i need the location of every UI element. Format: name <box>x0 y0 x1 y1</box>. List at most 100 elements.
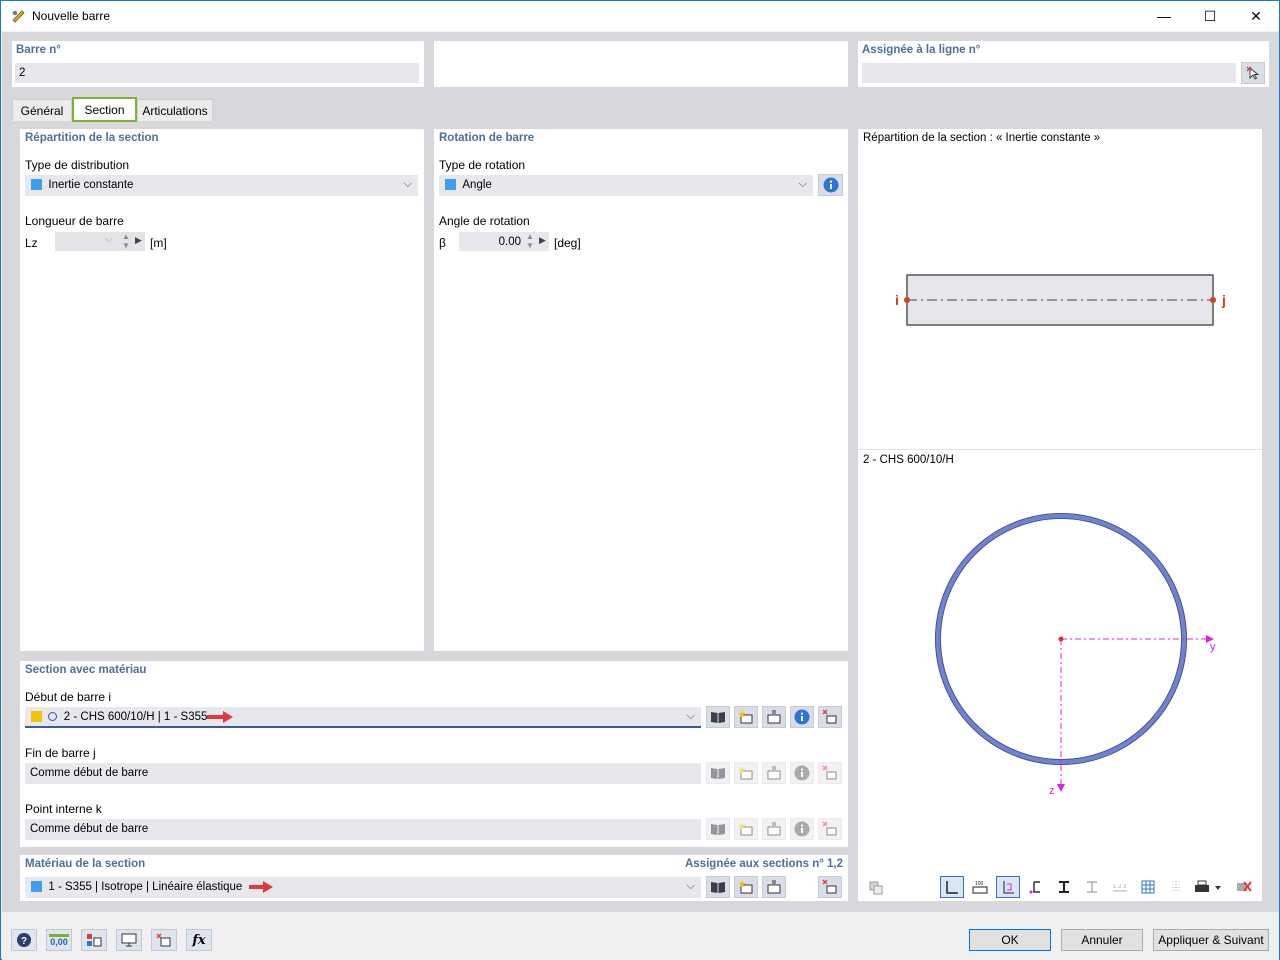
show-section-button[interactable] <box>1052 876 1076 898</box>
pick-material-button[interactable] <box>818 876 842 898</box>
info-icon <box>794 709 810 725</box>
pick-section-button[interactable] <box>818 762 842 784</box>
show-dotted-grid-button[interactable] <box>1164 876 1188 898</box>
edit-section-button[interactable] <box>762 706 786 728</box>
library-button[interactable] <box>706 762 730 784</box>
start-section-select[interactable]: 2 - CHS 600/10/H | 1 - S355 ⌵ <box>25 707 701 728</box>
z-axis-arrowhead <box>1057 784 1065 792</box>
new-star-icon <box>738 710 753 724</box>
distribution-type-select[interactable]: Inertie constante ⌵ <box>25 175 418 196</box>
end-section-select[interactable]: Comme début de barre <box>25 763 701 784</box>
i-beam-icon <box>1059 881 1069 893</box>
formula-button[interactable]: fx <box>186 929 212 951</box>
dotted-grid-icon <box>1172 881 1180 893</box>
new-star-icon <box>738 822 753 836</box>
empty-panel <box>434 41 848 87</box>
tab-general[interactable]: Général <box>12 99 72 121</box>
edit-section-button[interactable] <box>762 762 786 784</box>
book-icon <box>711 768 725 779</box>
printer-icon <box>1195 880 1221 892</box>
apply-next-button[interactable]: Appliquer & Suivant <box>1153 929 1269 951</box>
rotation-info-button[interactable] <box>818 174 843 196</box>
show-stress-points-button[interactable] <box>1024 876 1048 898</box>
new-material-button[interactable] <box>734 876 758 898</box>
edit-material-button[interactable] <box>762 876 786 898</box>
rotation-header: Rotation de barre <box>439 132 535 144</box>
preview-rotate-button[interactable] <box>864 876 888 898</box>
show-axes-button[interactable] <box>996 876 1020 898</box>
library-button[interactable] <box>706 818 730 840</box>
internal-section-select[interactable]: Comme début de barre <box>25 819 701 840</box>
select-button[interactable] <box>151 929 177 951</box>
edit-section-button[interactable] <box>762 818 786 840</box>
caret-right-icon[interactable]: ▶ <box>135 235 142 246</box>
svg-text:100: 100 <box>975 881 984 887</box>
minimize-icon: — <box>1157 8 1171 24</box>
book-icon <box>711 882 725 893</box>
section-preview <box>935 513 1214 792</box>
rotation-angle-label: Angle de rotation <box>439 214 530 228</box>
start-label: Début de barre i <box>25 690 112 704</box>
distribution-header: Répartition de la section <box>25 132 159 144</box>
material-header: Matériau de la section <box>25 858 146 870</box>
view-button[interactable] <box>116 929 142 951</box>
reset-icon <box>1237 881 1252 892</box>
show-values-button[interactable]: 100 <box>968 876 992 898</box>
new-section-button[interactable] <box>734 818 758 840</box>
material-library-button[interactable] <box>706 876 730 898</box>
show-grid-button[interactable] <box>1136 876 1160 898</box>
member-number-input[interactable]: 2 <box>15 63 419 83</box>
new-section-button[interactable] <box>734 706 758 728</box>
pick-cursor-icon <box>156 933 171 947</box>
pick-section-button[interactable] <box>818 818 842 840</box>
print-button[interactable] <box>1190 876 1226 898</box>
maximize-button[interactable]: ☐ <box>1187 1 1233 31</box>
spinner-icon[interactable]: ▲ ▼ <box>122 232 130 250</box>
help-button[interactable]: ? <box>11 929 37 951</box>
beta-input[interactable]: 0.00 ▲ ▼ ▶ <box>459 232 549 251</box>
rotation-color-swatch <box>445 179 456 191</box>
section-info-button[interactable] <box>790 706 814 728</box>
reset-view-button[interactable] <box>1232 876 1256 898</box>
section-info-button[interactable] <box>790 818 814 840</box>
new-section-button[interactable] <box>734 762 758 784</box>
pick-line-button[interactable] <box>1241 62 1265 84</box>
lz-unit: [m] <box>150 236 167 250</box>
rotation-type-select[interactable]: Angle ⌵ <box>439 175 813 196</box>
lz-input[interactable]: ⌵ ▲ ▼ ▶ <box>55 232 145 251</box>
pick-section-button[interactable] <box>818 706 842 728</box>
member-number-label: Barre n° <box>16 44 61 56</box>
material-select[interactable]: 1 - S355 | Isotrope | Linéaire élastique… <box>25 877 701 898</box>
library-button[interactable] <box>706 706 730 728</box>
i-beam-outline-icon <box>1087 881 1097 893</box>
tab-articulations[interactable]: Articulations <box>137 99 213 121</box>
close-icon: ✕ <box>1250 7 1262 24</box>
caret-right-icon[interactable]: ▶ <box>539 235 546 246</box>
pick-cursor-icon <box>822 765 837 780</box>
cancel-button[interactable]: Annuler <box>1061 929 1143 951</box>
svg-text:?: ? <box>21 936 27 947</box>
new-star-icon <box>738 766 753 780</box>
ok-button[interactable]: OK <box>969 929 1051 951</box>
show-outline-button[interactable] <box>1080 876 1104 898</box>
preview-divider <box>858 449 1262 450</box>
monitor-icon <box>121 933 137 947</box>
stress-points-icon <box>1029 881 1040 894</box>
show-numbering-button[interactable]: 1 2 3 <box>1108 876 1132 898</box>
nodes-button[interactable] <box>81 929 107 951</box>
maximize-icon: ☐ <box>1203 7 1217 24</box>
tab-section[interactable]: Section <box>72 97 137 122</box>
show-dimensions-button[interactable] <box>940 876 964 898</box>
edit-icon <box>767 710 781 724</box>
minimize-button[interactable]: — <box>1141 1 1187 31</box>
chevron-down-icon: ⌵ <box>403 178 412 190</box>
spinner-icon[interactable]: ▲ ▼ <box>526 232 534 250</box>
assigned-line-input[interactable] <box>862 63 1236 83</box>
section-info-button[interactable] <box>790 762 814 784</box>
units-button[interactable]: 0,00 <box>46 929 72 951</box>
pick-cursor-icon <box>822 879 837 894</box>
close-button[interactable]: ✕ <box>1233 1 1279 31</box>
z-axis-label: z <box>1049 785 1055 797</box>
axes-icon <box>1003 881 1014 894</box>
book-icon <box>711 712 725 723</box>
